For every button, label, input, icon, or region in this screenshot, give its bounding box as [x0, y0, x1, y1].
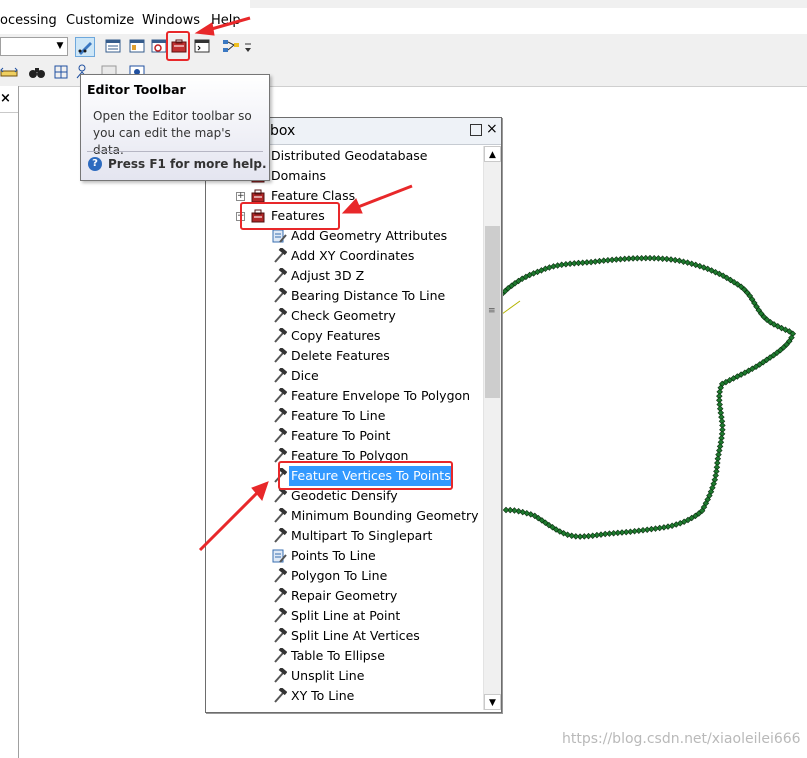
watermark: https://blog.csdn.net/xiaoleilei666 — [562, 731, 801, 747]
arrow-to-toolbox-button — [207, 16, 251, 32]
arrow-head-icon — [194, 22, 215, 36]
arrow-head-icon — [341, 198, 363, 214]
annotation-arrows — [194, 16, 413, 552]
arrow-to-features — [357, 184, 413, 209]
arrow-to-selected-tool — [198, 490, 260, 552]
